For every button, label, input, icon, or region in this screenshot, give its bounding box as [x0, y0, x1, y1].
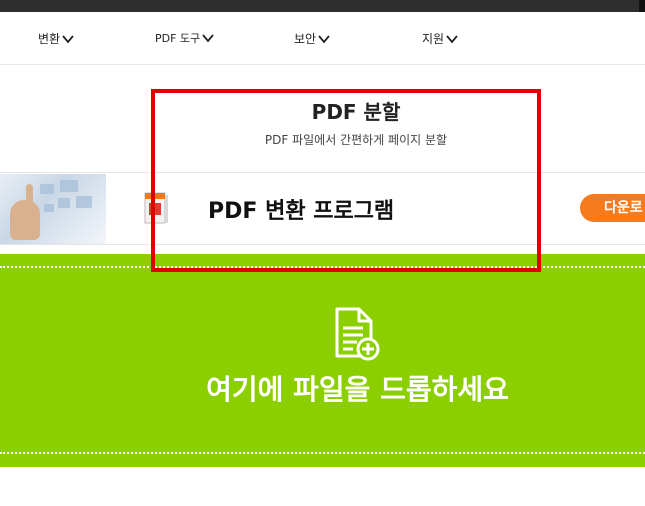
- nav-item-label: 지원: [422, 32, 445, 46]
- page-heading: PDF 분할 PDF 파일에서 간편하게 페이지 분할: [0, 96, 645, 148]
- file-drop-zone[interactable]: 여기에 파일을 드롭하세요: [0, 254, 645, 467]
- download-button[interactable]: 다운로: [580, 194, 645, 222]
- drop-zone-border-bottom: [0, 452, 645, 454]
- nav-item-pdf-tools[interactable]: PDF 도구: [155, 30, 214, 46]
- chevron-down-icon: [318, 34, 330, 43]
- nav-item-label: 변환: [38, 32, 61, 46]
- nav-item-security[interactable]: 보안: [294, 30, 330, 47]
- window-edge: [639, 0, 645, 12]
- chevron-down-icon: [62, 34, 74, 43]
- ad-title: PDF 변환 프로그램: [208, 199, 395, 224]
- ad-banner[interactable]: PDF 변환 프로그램 다운로: [0, 172, 645, 245]
- software-box-icon: [144, 192, 168, 224]
- chevron-down-icon: [446, 34, 458, 43]
- window-top-strip: [0, 0, 645, 12]
- nav-item-convert[interactable]: 변환: [38, 30, 74, 47]
- nav-item-support[interactable]: 지원: [422, 30, 458, 47]
- drop-zone-label: 여기에 파일을 드롭하세요: [206, 373, 509, 406]
- page-title: PDF 분할: [311, 100, 401, 124]
- main-nav: 변환 PDF 도구 보안 지원: [0, 12, 645, 65]
- ad-photo-image: [0, 174, 106, 244]
- page-subtitle: PDF 파일에서 간편하게 페이지 분할: [264, 133, 448, 147]
- add-file-icon: [335, 307, 380, 361]
- nav-item-label: PDF 도구: [155, 32, 201, 45]
- drop-zone-border-top: [0, 266, 645, 268]
- chevron-down-icon: [202, 34, 214, 43]
- nav-item-label: 보안: [294, 32, 317, 46]
